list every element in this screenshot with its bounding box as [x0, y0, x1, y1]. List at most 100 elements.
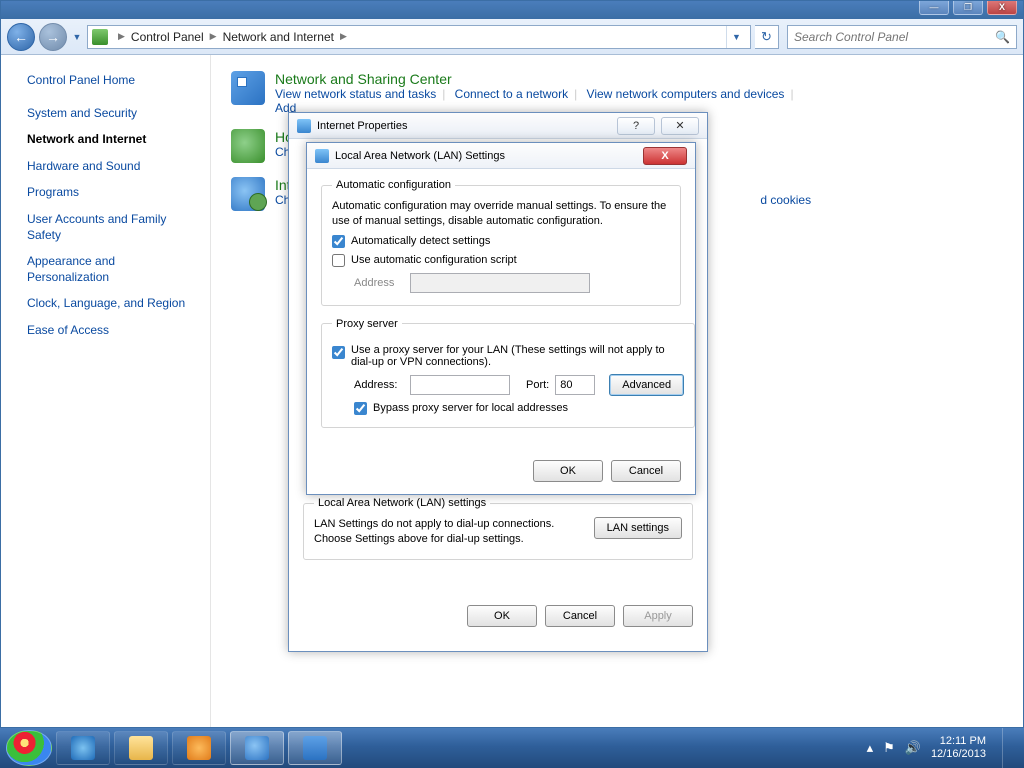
sidebar-item-hardware-sound[interactable]: Hardware and Sound: [27, 159, 200, 175]
script-address-label: Address: [354, 277, 404, 289]
group-legend: Automatic configuration: [332, 179, 455, 191]
homegroup-icon: [231, 129, 265, 163]
start-button[interactable]: [6, 730, 52, 766]
help-button[interactable]: ?: [617, 117, 655, 135]
category-links: View network status and tasks| Connect t…: [275, 87, 800, 101]
tray-overflow-icon[interactable]: ▴: [867, 740, 874, 756]
advanced-button[interactable]: Advanced: [609, 374, 684, 396]
taskbar-item-ie[interactable]: [56, 731, 110, 765]
sidebar: Control Panel Home System and Security N…: [1, 55, 211, 727]
script-address-input: [410, 273, 590, 293]
taskbar: ▴ ⚑ 🔊 12:11 PM 12/16/2013: [0, 728, 1024, 768]
bypass-local-label: Bypass proxy server for local addresses: [373, 402, 568, 414]
breadcrumb-control-panel[interactable]: Control Panel: [129, 30, 206, 44]
proxy-address-label: Address:: [354, 379, 404, 391]
volume-icon[interactable]: 🔊: [905, 740, 921, 756]
auto-detect-label: Automatically detect settings: [351, 235, 490, 247]
taskbar-item-media-player[interactable]: [172, 731, 226, 765]
ie-icon: [71, 736, 95, 760]
ok-button[interactable]: OK: [533, 460, 603, 482]
clock-date: 12/16/2013: [931, 748, 986, 761]
internet-options-icon: [245, 736, 269, 760]
dialog-button-row: OK Cancel Apply: [289, 597, 707, 639]
lan-desc: LAN Settings do not apply to dial-up con…: [314, 517, 580, 547]
network-sharing-icon: [231, 71, 265, 105]
dialog-close-button[interactable]: X: [643, 147, 687, 165]
sidebar-item-appearance[interactable]: Appearance and Personalization: [27, 254, 200, 285]
search-icon: 🔍: [995, 30, 1010, 44]
back-button[interactable]: ←: [7, 23, 35, 51]
auto-config-desc: Automatic configuration may override man…: [332, 199, 670, 229]
system-tray: ▴ ⚑ 🔊 12:11 PM 12/16/2013: [867, 728, 1018, 768]
folder-icon: [129, 736, 153, 760]
location-icon: [92, 29, 108, 45]
search-box[interactable]: 🔍: [787, 25, 1017, 49]
lan-settings-dialog: Local Area Network (LAN) Settings X Auto…: [306, 142, 696, 495]
minimize-button[interactable]: —: [919, 1, 949, 15]
sidebar-item-network-internet[interactable]: Network and Internet: [27, 132, 200, 148]
link-view-status[interactable]: View network status and tasks: [275, 87, 436, 101]
dialog-button-row: OK Cancel: [307, 452, 695, 494]
media-player-icon: [187, 736, 211, 760]
lan-settings-button[interactable]: LAN settings: [594, 517, 682, 539]
control-panel-icon: [303, 736, 327, 760]
proxy-port-label: Port:: [526, 379, 549, 391]
chevron-right-icon: ▶: [336, 31, 351, 42]
sidebar-item-user-accounts[interactable]: User Accounts and Family Safety: [27, 212, 200, 243]
proxy-address-input[interactable]: [410, 375, 510, 395]
use-script-checkbox[interactable]: [332, 254, 345, 267]
lan-section-legend: Local Area Network (LAN) settings: [314, 497, 490, 509]
internet-options-icon: [231, 177, 265, 211]
bypass-local-checkbox[interactable]: [354, 402, 367, 415]
link-connect-network[interactable]: Connect to a network: [455, 87, 568, 101]
window-close-button[interactable]: X: [987, 1, 1017, 15]
arrow-left-icon: ←: [14, 29, 28, 45]
nav-history-dropdown[interactable]: ▼: [71, 32, 83, 42]
link-tail-cookies[interactable]: d cookies: [760, 193, 811, 207]
use-proxy-checkbox[interactable]: [332, 346, 345, 359]
action-center-icon[interactable]: ⚑: [883, 740, 895, 756]
use-proxy-label: Use a proxy server for your LAN (These s…: [351, 344, 684, 368]
internet-options-icon: [297, 119, 311, 133]
category-title[interactable]: Network and Sharing Center: [275, 71, 800, 87]
address-dropdown[interactable]: ▼: [726, 26, 746, 48]
refresh-button[interactable]: ↻: [755, 25, 779, 49]
category-network-sharing: Network and Sharing Center View network …: [231, 71, 1003, 115]
use-script-label: Use automatic configuration script: [351, 254, 517, 266]
sidebar-item-ease-of-access[interactable]: Ease of Access: [27, 323, 200, 339]
dialog-title: Local Area Network (LAN) Settings: [335, 150, 505, 162]
dialog-titlebar[interactable]: Local Area Network (LAN) Settings X: [307, 143, 695, 169]
nav-bar: ← → ▼ ▶ Control Panel ▶ Network and Inte…: [1, 19, 1023, 55]
clock-time: 12:11 PM: [931, 735, 986, 748]
dialog-title: Internet Properties: [317, 120, 408, 132]
auto-detect-checkbox[interactable]: [332, 235, 345, 248]
automatic-config-group: Automatic configuration Automatic config…: [321, 179, 681, 306]
taskbar-clock[interactable]: 12:11 PM 12/16/2013: [931, 735, 986, 761]
sidebar-item-programs[interactable]: Programs: [27, 185, 200, 201]
forward-button[interactable]: →: [39, 23, 67, 51]
sidebar-home[interactable]: Control Panel Home: [27, 73, 200, 89]
dialog-titlebar[interactable]: Internet Properties ? ✕: [289, 113, 707, 139]
address-bar[interactable]: ▶ Control Panel ▶ Network and Internet ▶…: [87, 25, 751, 49]
taskbar-item-control-panel[interactable]: [288, 731, 342, 765]
arrow-right-icon: →: [46, 29, 60, 45]
sidebar-item-clock-language[interactable]: Clock, Language, and Region: [27, 296, 200, 312]
cancel-button[interactable]: Cancel: [611, 460, 681, 482]
breadcrumb-network-internet[interactable]: Network and Internet: [221, 30, 336, 44]
proxy-server-group: Proxy server Use a proxy server for your…: [321, 318, 695, 428]
sidebar-item-system-security[interactable]: System and Security: [27, 106, 200, 122]
show-desktop-button[interactable]: [1002, 728, 1014, 768]
group-legend: Proxy server: [332, 318, 402, 330]
proxy-port-input[interactable]: [555, 375, 595, 395]
ok-button[interactable]: OK: [467, 605, 537, 627]
cancel-button[interactable]: Cancel: [545, 605, 615, 627]
chevron-right-icon: ▶: [206, 31, 221, 42]
search-input[interactable]: [794, 30, 995, 44]
apply-button[interactable]: Apply: [623, 605, 693, 627]
link-view-computers[interactable]: View network computers and devices: [587, 87, 785, 101]
maximize-button[interactable]: ❐: [953, 1, 983, 15]
taskbar-item-explorer[interactable]: [114, 731, 168, 765]
dialog-close-button[interactable]: ✕: [661, 117, 699, 135]
lan-settings-section: Local Area Network (LAN) settings LAN Se…: [303, 497, 693, 560]
taskbar-item-internet-options[interactable]: [230, 731, 284, 765]
